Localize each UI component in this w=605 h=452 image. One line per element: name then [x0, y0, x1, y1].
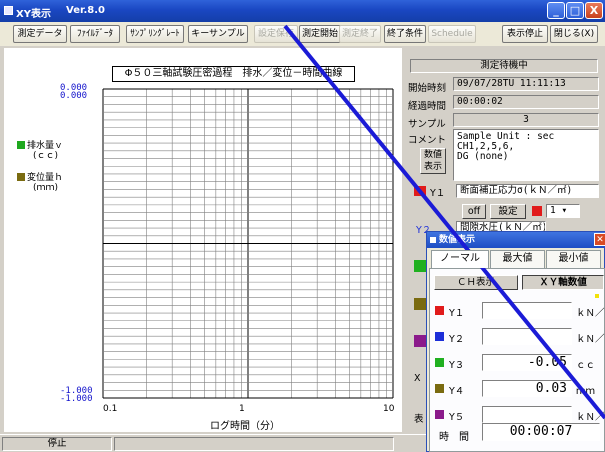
channel-color-swatch — [435, 306, 444, 315]
elapsed-field: 00:00:02 — [453, 95, 599, 109]
time-value-field: 00:00:07 — [482, 423, 600, 441]
close-button[interactable]: X — [585, 2, 603, 19]
close-window-button[interactable]: 閉じる(X) — [550, 25, 598, 43]
y-bottom-label-2: -1.000 — [60, 394, 93, 404]
channel-unit: ｋＮ／ｍ — [576, 412, 605, 423]
tab-normal[interactable]: ノーマル — [431, 250, 489, 268]
stop-display-button[interactable]: 表示停止 — [502, 25, 548, 43]
tab-min[interactable]: 最小値 — [546, 250, 601, 268]
x-axis-label: ログ時間（分） — [210, 421, 280, 432]
end-condition-button[interactable]: 終了条件 — [384, 25, 426, 43]
legend-displacement-swatch — [17, 173, 25, 181]
time-label: 時 間 — [439, 432, 469, 443]
channel-color-swatch — [435, 358, 444, 367]
hyo-fragment-label: 表 — [414, 414, 424, 425]
legend-drainage-name: 排水量ｖ — [27, 141, 64, 151]
title-bar: XY表示 Ver.8.0 _ □ X — [0, 0, 605, 22]
comment-field[interactable]: Sample Unit : sec CH1,2,5,6, DG (none) — [453, 129, 599, 181]
channel-unit: ｍｍ — [576, 386, 596, 397]
start-measurement-button[interactable]: 測定開始 — [299, 25, 341, 43]
channel-label: Y１ — [449, 308, 465, 319]
channel-value-field — [482, 406, 572, 423]
sampling-rate-button[interactable]: ｻﾝﾌﾟﾘﾝｸﾞﾚｰﾄ — [126, 25, 184, 43]
status-text: 停止 — [2, 437, 112, 451]
legend-displacement-unit: (ｍｍ) — [33, 183, 59, 193]
dialog-icon — [430, 237, 436, 243]
dialog-title: 数値表示 — [427, 232, 605, 248]
window-version: Ver.8.0 — [66, 5, 105, 16]
sample-label: サンプル — [408, 119, 446, 130]
channel-label: Y４ — [449, 386, 465, 397]
x-fragment-label: X — [414, 373, 421, 384]
channel-label: Y３ — [449, 360, 465, 371]
channel-color-swatch — [435, 384, 444, 393]
start-time-label: 開始時刻 — [408, 83, 447, 94]
maximize-button[interactable]: □ — [566, 2, 584, 19]
channel-value-field — [482, 328, 572, 345]
y3-color-swatch — [414, 260, 426, 272]
numeric-display-button[interactable]: 数値表示 — [420, 148, 446, 174]
status-pane-2 — [114, 437, 394, 451]
channel-unit: ｋＮ／ｍ — [576, 334, 605, 345]
y1-line-color[interactable] — [532, 206, 542, 216]
comment-line-3: DG (none) — [457, 151, 509, 162]
tab-max[interactable]: 最大値 — [490, 250, 545, 268]
x-tick-label-0.1: 0.1 — [103, 404, 118, 414]
toolbar: 測定データ ﾌｧｲﾙﾃﾞｰﾀ ｻﾝﾌﾟﾘﾝｸﾞﾚｰﾄ キーサンプル 設定保存 測… — [0, 22, 605, 46]
legend-drainage-swatch — [17, 141, 25, 149]
elapsed-label: 経過時間 — [408, 101, 447, 112]
y1-label: Y１ — [430, 188, 446, 199]
x-tick-label-10: 10 — [383, 404, 395, 414]
dialog-close-icon[interactable]: ✕ — [594, 233, 605, 246]
channel-color-swatch — [435, 332, 444, 341]
channel-unit: ｋＮ／ｍ — [576, 308, 605, 319]
y1-color-swatch — [414, 186, 426, 196]
settings-button[interactable]: 設定 — [490, 204, 526, 219]
legend-displacement-name: 変位量ｈ — [27, 173, 64, 183]
xy-axis-value-button[interactable]: ＸＹ軸数値 — [522, 275, 604, 290]
ch-display-button[interactable]: ＣＨ表示 — [434, 275, 518, 290]
window-title: XY表示 — [16, 9, 51, 20]
channel-label: Y５ — [449, 412, 465, 423]
legend-displacement: 変位量ｈ (ｍｍ) — [17, 173, 63, 193]
save-settings-button[interactable]: 設定保存 — [254, 25, 298, 43]
channel-value-field: -0.05 — [482, 354, 572, 371]
x-tick-label-1: 1 — [239, 404, 245, 414]
legend-drainage-unit: (ｃｃ) — [33, 151, 59, 161]
indicator-dot — [595, 294, 599, 298]
y1-line-width-select[interactable]: 1 ▾ — [546, 204, 580, 218]
channel-value-field: 0.03 — [482, 380, 572, 397]
channel-value-field — [482, 302, 572, 319]
measurement-data-button[interactable]: 測定データ — [13, 25, 67, 43]
end-measurement-button[interactable]: 測定終了 — [339, 25, 381, 43]
file-data-button[interactable]: ﾌｧｲﾙﾃﾞｰﾀ — [70, 25, 120, 43]
off-button[interactable]: off — [462, 204, 486, 219]
status-field: 測定待機中 — [410, 59, 598, 73]
y5-color-swatch — [414, 335, 426, 347]
channel-label: Y２ — [449, 334, 465, 345]
key-sample-button[interactable]: キーサンプル — [188, 25, 248, 43]
sample-field: 3 — [453, 113, 599, 127]
start-time-field: 09/07/28TU 11:11:13 — [453, 77, 599, 91]
minimize-button[interactable]: _ — [547, 2, 565, 19]
channel-color-swatch — [435, 410, 444, 419]
y1-field[interactable]: 断面補正応力σ(ｋＮ／㎡) — [456, 184, 599, 198]
y-top-label-2: 0.000 — [60, 91, 88, 101]
legend-drainage: 排水量ｖ (ｃｃ) — [17, 141, 63, 161]
chart-title: Φ５０三軸試験圧密過程 排水／変位－時間曲線 — [112, 66, 355, 82]
comment-label: コメント — [408, 135, 447, 146]
channel-unit: ｃｃ — [576, 360, 596, 371]
schedule-button[interactable]: Schedule — [428, 25, 476, 43]
numeric-display-dialog: 数値表示 ✕ ノーマル 最大値 最小値 ＣＨ表示 ＸＹ軸数値 Y１ ｋＮ／ｍ Y… — [426, 231, 605, 452]
chart-area — [4, 48, 402, 432]
app-icon — [4, 6, 13, 15]
y4-color-swatch — [414, 298, 426, 310]
